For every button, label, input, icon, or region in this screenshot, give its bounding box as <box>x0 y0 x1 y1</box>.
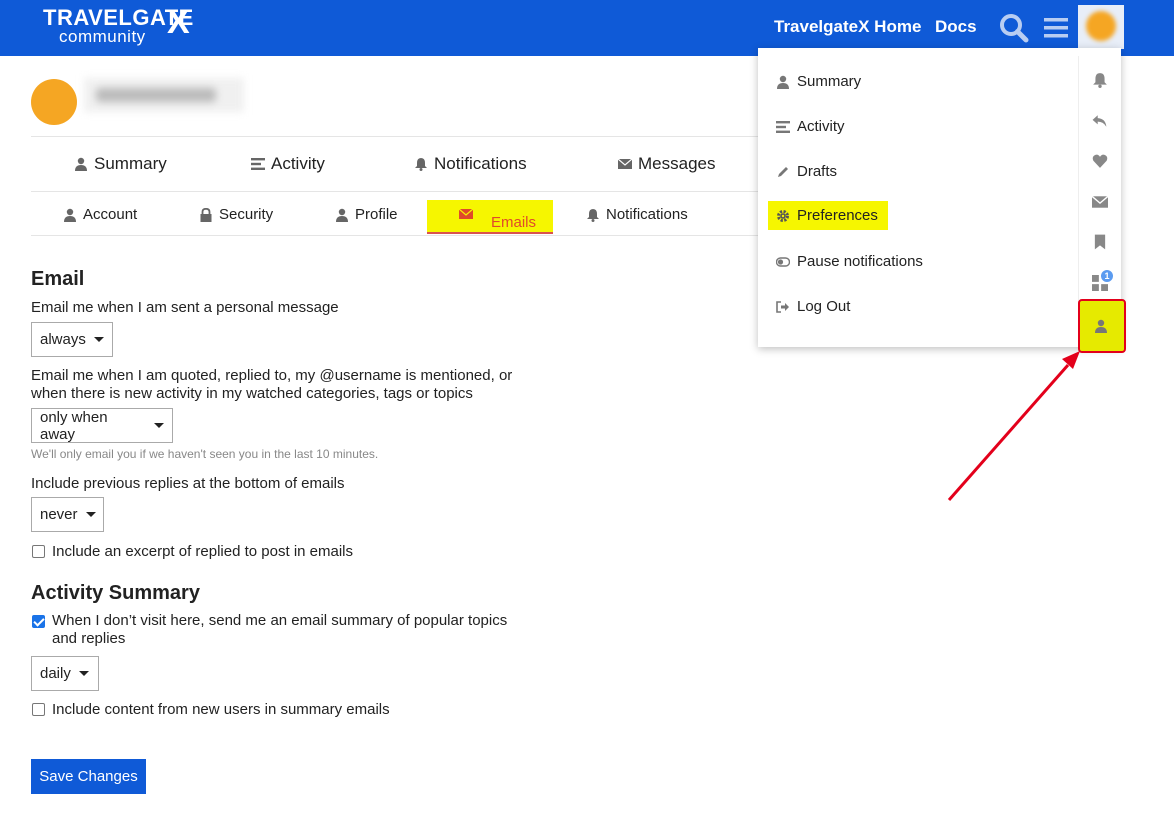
nav-notifications[interactable]: Notifications <box>414 154 527 174</box>
caret-down-icon <box>154 423 164 428</box>
quoted-email-label-2: when there is new activity in my watched… <box>31 385 473 402</box>
save-changes-button[interactable]: Save Changes <box>31 759 146 794</box>
site-logo[interactable]: TRAVELGATE community X <box>43 3 194 45</box>
menu-logout-label: Log Out <box>797 298 851 315</box>
nav-notifications-label: Notifications <box>434 154 527 173</box>
search-icon[interactable] <box>998 12 1030 44</box>
menu-summary-label: Summary <box>797 73 862 90</box>
menu-item-preferences[interactable]: Preferences <box>768 201 888 230</box>
user-icon <box>777 75 789 89</box>
heart-icon[interactable] <box>1092 153 1108 169</box>
current-user-avatar[interactable] <box>1078 5 1124 49</box>
caret-down-icon <box>85 512 96 517</box>
envelope-icon[interactable] <box>1092 194 1108 210</box>
caret-down-icon <box>93 337 104 342</box>
activity-summary-title: Activity Summary <box>31 582 200 604</box>
excerpt-checkbox[interactable] <box>32 545 45 558</box>
annotation-arrow <box>947 351 1080 501</box>
subnav-notifications[interactable]: Notifications <box>586 206 688 223</box>
user-icon <box>336 208 348 222</box>
quoted-email-hint: We'll only email you if we haven't seen … <box>31 447 379 461</box>
docs-link[interactable]: Docs <box>935 17 977 37</box>
user-icon <box>75 157 87 171</box>
email-section-title: Email <box>31 268 85 290</box>
quoted-email-label-1: Email me when I am quoted, replied to, m… <box>31 367 513 384</box>
new-users-checkbox[interactable] <box>32 703 45 716</box>
stream-icon <box>251 158 265 170</box>
bell-icon[interactable] <box>1092 72 1108 88</box>
pm-email-value: always <box>40 331 86 348</box>
notification-badge: 1 <box>1100 269 1114 283</box>
subnav-security-label: Security <box>219 206 274 223</box>
envelope-icon <box>618 158 632 169</box>
travelgatex-home-link[interactable]: TravelgateX Home <box>774 17 921 37</box>
subnav-emails[interactable]: Emails <box>427 200 553 234</box>
quoted-email-value: only when away <box>40 408 108 443</box>
hamburger-menu-icon[interactable] <box>1042 12 1074 44</box>
subnav-account-label: Account <box>83 206 138 223</box>
subnav-security[interactable]: Security <box>199 206 273 223</box>
user-name-blurred <box>84 78 244 112</box>
subnav-profile-label: Profile <box>355 206 398 223</box>
divider <box>31 136 761 137</box>
caret-down-icon <box>78 671 89 676</box>
quoted-email-select[interactable]: only when away <box>31 408 173 443</box>
user-icon <box>1095 319 1107 333</box>
new-users-label: Include content from new users in summar… <box>52 701 390 718</box>
pencil-icon <box>778 166 788 177</box>
toggle-icon <box>776 256 790 267</box>
digest-label-1: When I don’t visit here, send me an emai… <box>52 612 508 629</box>
nav-messages-label: Messages <box>638 154 716 173</box>
lock-icon <box>200 207 212 222</box>
previous-replies-value: never <box>40 506 78 523</box>
excerpt-label: Include an excerpt of replied to post in… <box>52 543 354 560</box>
reply-icon[interactable] <box>1092 113 1108 129</box>
nav-activity-label: Activity <box>271 154 325 173</box>
previous-replies-select[interactable]: never <box>31 497 104 532</box>
menu-item-drafts[interactable]: Drafts <box>776 163 837 180</box>
menu-activity-label: Activity <box>797 118 845 135</box>
menu-preferences-label: Preferences <box>797 207 878 224</box>
subnav-notifications-label: Notifications <box>606 206 688 223</box>
bell-icon <box>587 208 599 222</box>
digest-label-2: and replies <box>52 630 126 647</box>
envelope-icon <box>459 208 473 219</box>
previous-replies-label: Include previous replies at the bottom o… <box>31 475 345 492</box>
subnav-account[interactable]: Account <box>63 206 137 223</box>
menu-item-summary[interactable]: Summary <box>776 73 861 90</box>
sign-out-icon <box>776 300 789 313</box>
nav-activity[interactable]: Activity <box>251 154 325 174</box>
digest-checkbox[interactable] <box>32 615 45 628</box>
divider <box>31 191 761 192</box>
digest-frequency-value: daily <box>40 665 71 682</box>
nav-summary[interactable]: Summary <box>74 154 167 174</box>
bookmark-icon[interactable] <box>1092 234 1108 250</box>
stream-icon <box>776 120 790 133</box>
pm-email-select[interactable]: always <box>31 322 113 357</box>
menu-item-activity[interactable]: Activity <box>776 118 845 135</box>
pm-email-label: Email me when I am sent a personal messa… <box>31 299 339 316</box>
menu-drafts-label: Drafts <box>797 163 838 180</box>
menu-item-pause-notifications[interactable]: Pause notifications <box>776 253 923 270</box>
nav-messages[interactable]: Messages <box>618 154 715 174</box>
user-menu-panel: Summary Activity Drafts Preferences Paus… <box>758 48 1121 347</box>
user-avatar <box>31 79 77 125</box>
divider <box>31 235 761 236</box>
subnav-profile[interactable]: Profile <box>335 206 398 223</box>
subnav-emails-label: Emails <box>491 214 537 231</box>
menu-item-log-out[interactable]: Log Out <box>776 298 850 315</box>
gear-icon <box>777 209 789 222</box>
nav-summary-label: Summary <box>94 154 167 173</box>
digest-frequency-select[interactable]: daily <box>31 656 99 691</box>
user-icon <box>64 208 76 222</box>
logo-x: X <box>167 3 190 41</box>
bell-icon <box>415 158 427 171</box>
menu-pause-label: Pause notifications <box>797 253 923 270</box>
